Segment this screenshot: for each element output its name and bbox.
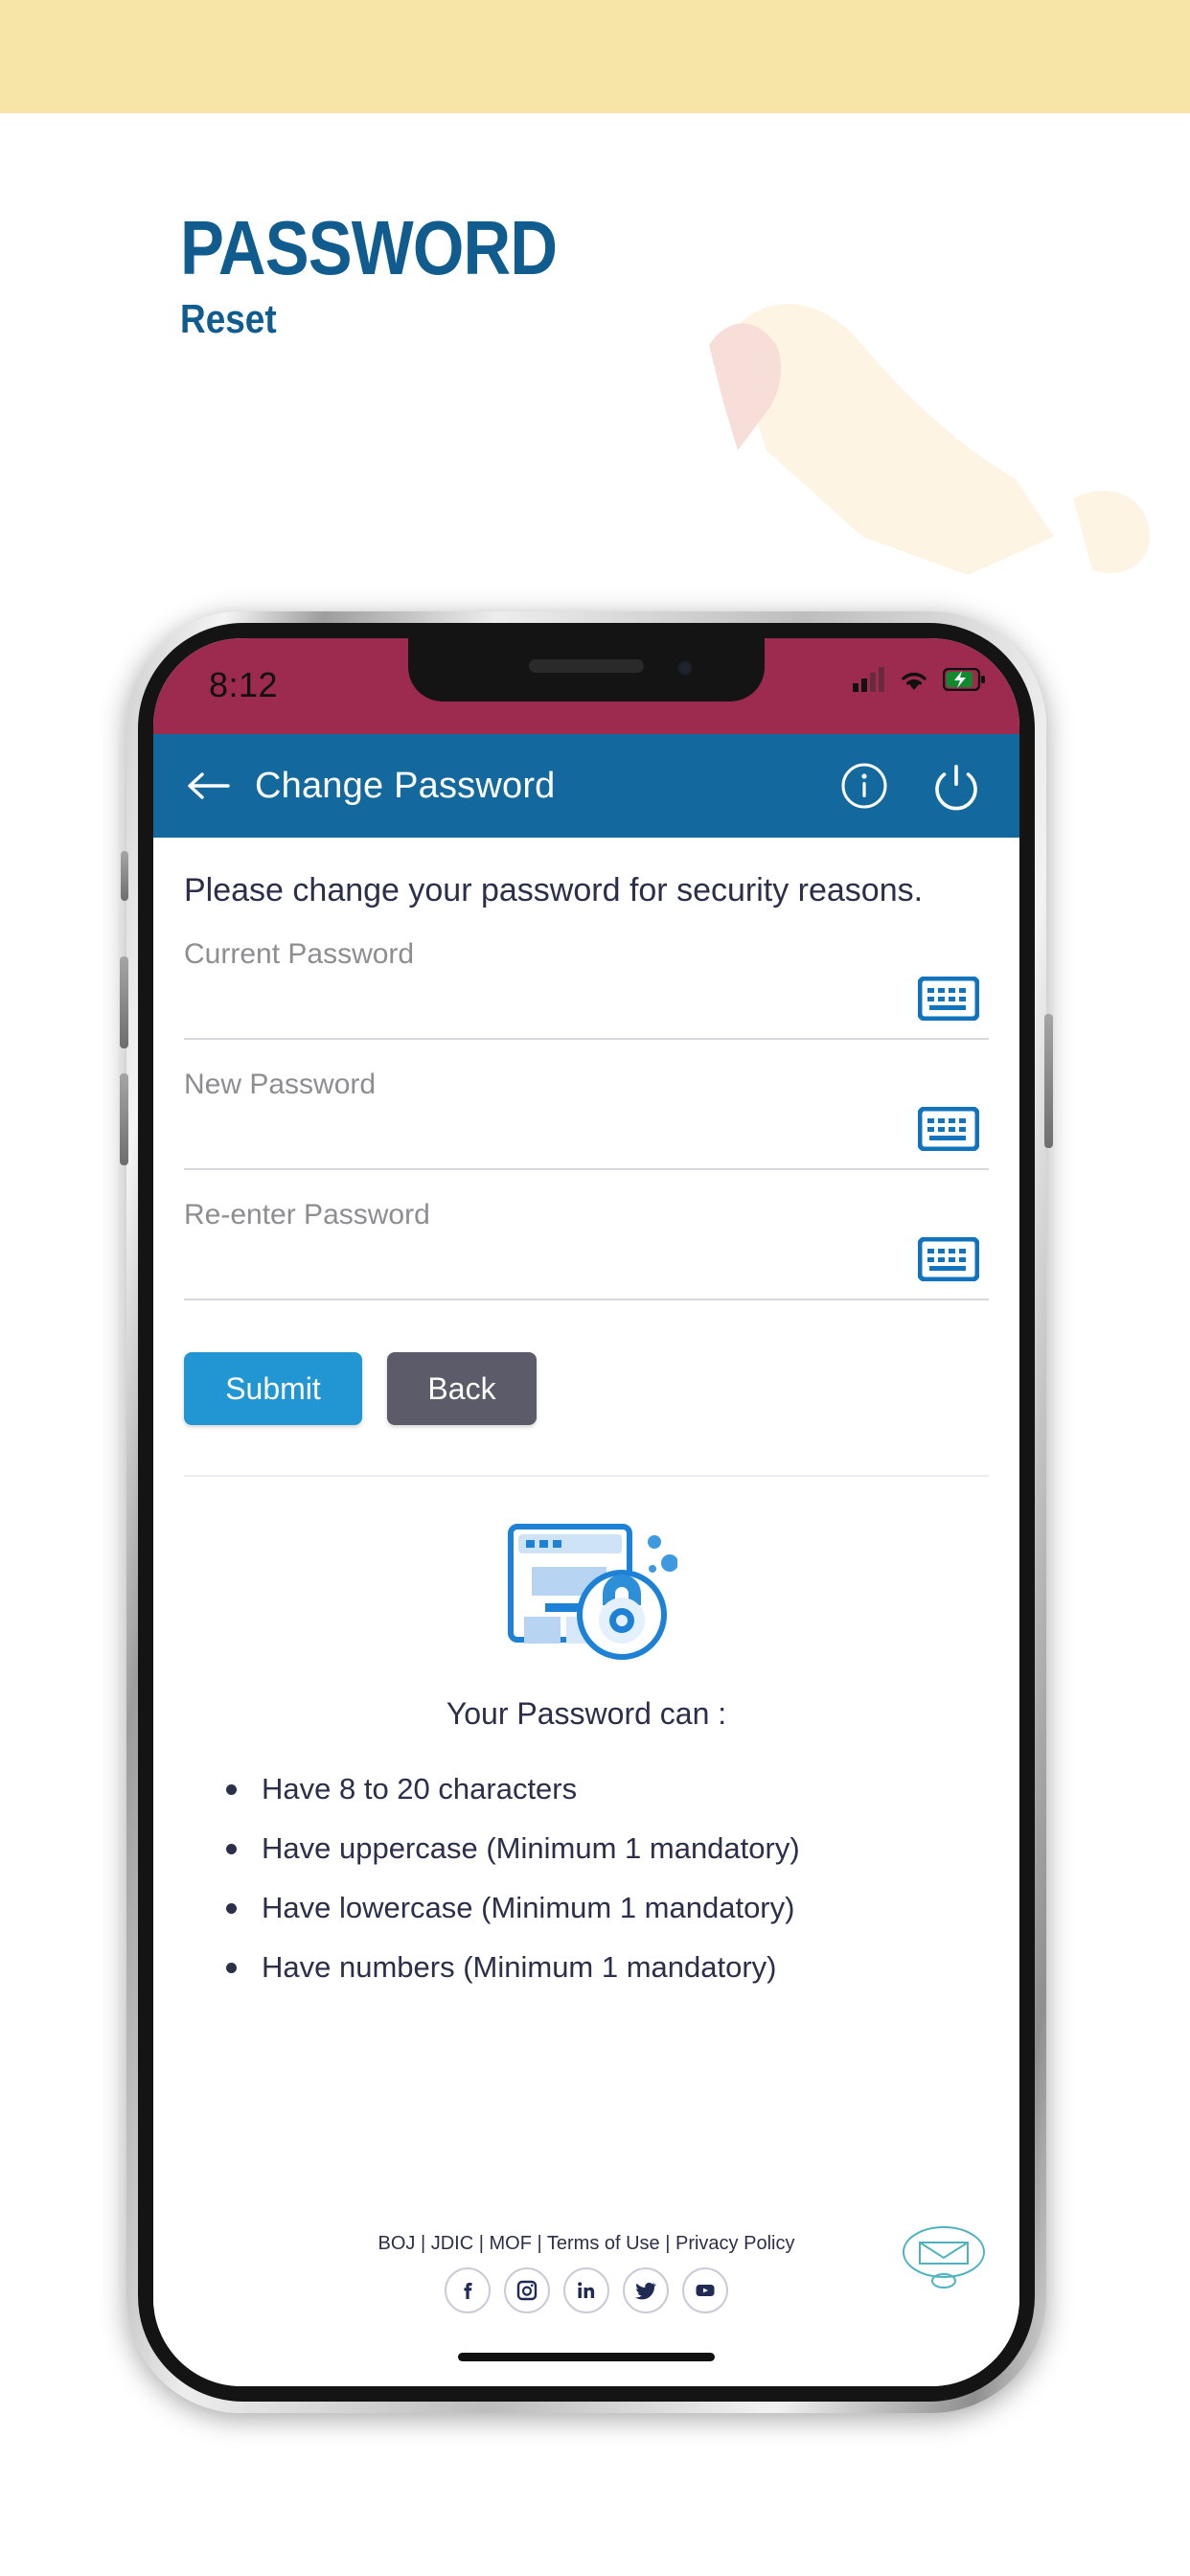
list-item: Have numbers (Minimum 1 mandatory) (226, 1950, 1019, 1985)
rule-text: Have numbers (Minimum 1 mandatory) (262, 1950, 777, 1984)
back-button[interactable] (182, 760, 234, 812)
home-indicator[interactable] (458, 2353, 715, 2361)
list-item: Have uppercase (Minimum 1 mandatory) (226, 1831, 1019, 1866)
battery-charging-icon (943, 668, 985, 691)
earpiece-speaker (529, 659, 644, 673)
field-reenter-password: Re-enter Password (184, 1199, 989, 1300)
form-actions: Submit Back (184, 1352, 1019, 1425)
page-title-main: PASSWORD (180, 205, 558, 290)
phone-volume-down-button[interactable] (120, 1073, 128, 1165)
power-icon[interactable] (931, 761, 981, 811)
field-label: New Password (184, 1069, 377, 1100)
list-item: Have 8 to 20 characters (226, 1772, 1019, 1806)
page-title: PASSWORD Reset (180, 205, 618, 341)
field-new-password: New Password (184, 1069, 989, 1170)
section-divider (184, 1475, 989, 1477)
header-actions (839, 761, 981, 811)
keyboard-icon[interactable] (917, 1106, 980, 1156)
field-current-password: Current Password (184, 938, 989, 1040)
phone-mute-switch[interactable] (121, 851, 128, 901)
page-title-sub: Reset (180, 296, 277, 341)
rules-title: Your Password can : (446, 1696, 727, 1731)
info-icon[interactable] (839, 761, 889, 811)
field-underline (184, 1038, 989, 1040)
app-body: Please change your password for security… (153, 838, 1019, 2386)
phone-mockup: 8:12 Change Password Please change your … (120, 611, 1053, 2413)
rule-text: Have 8 to 20 characters (262, 1772, 578, 1806)
footer-links[interactable]: BOJ | JDIC | MOF | Terms of Use | Privac… (153, 2233, 1019, 2255)
wifi-icon (902, 672, 927, 690)
linkedin-icon[interactable] (563, 2267, 609, 2313)
keyboard-icon[interactable] (917, 976, 980, 1025)
field-underline (184, 1299, 989, 1300)
app-footer: BOJ | JDIC | MOF | Terms of Use | Privac… (153, 2223, 1019, 2386)
app-header: Change Password (153, 734, 1019, 838)
instagram-icon[interactable] (504, 2267, 550, 2313)
reenter-password-input[interactable] (184, 1241, 763, 1287)
rule-text: Have lowercase (Minimum 1 mandatory) (262, 1891, 795, 1924)
arrow-left-icon (188, 772, 230, 799)
field-label: Current Password (184, 938, 415, 970)
keyboard-icon[interactable] (917, 1236, 980, 1286)
status-icons (853, 667, 985, 692)
bullet-icon (226, 1843, 237, 1854)
new-password-input[interactable] (184, 1111, 763, 1157)
field-label: Re-enter Password (184, 1199, 430, 1230)
password-rules-list: Have 8 to 20 characters Have uppercase (… (153, 1772, 1019, 1985)
top-banner-band (0, 0, 1190, 113)
back-button-form[interactable]: Back (387, 1352, 537, 1425)
twitter-icon[interactable] (623, 2267, 669, 2313)
instruction-text: Please change your password for security… (184, 872, 924, 908)
front-camera (676, 659, 694, 677)
submit-button[interactable]: Submit (184, 1352, 362, 1425)
signal-icon (853, 667, 884, 692)
list-item: Have lowercase (Minimum 1 mandatory) (226, 1891, 1019, 1925)
rule-text: Have uppercase (Minimum 1 mandatory) (262, 1831, 800, 1865)
bullet-icon (226, 1962, 237, 1973)
status-bar: 8:12 (153, 638, 1019, 734)
header-title: Change Password (255, 765, 556, 806)
status-time: 8:12 (209, 665, 279, 704)
phone-notch (408, 638, 765, 702)
phone-power-button[interactable] (1044, 1014, 1053, 1148)
bullet-icon (226, 1902, 237, 1914)
phone-volume-up-button[interactable] (120, 956, 128, 1048)
bullet-icon (226, 1783, 237, 1795)
phone-screen: 8:12 Change Password Please change your … (153, 638, 1019, 2386)
facebook-icon[interactable] (445, 2267, 491, 2313)
field-underline (184, 1168, 989, 1170)
youtube-icon[interactable] (682, 2267, 728, 2313)
current-password-input[interactable] (184, 980, 763, 1026)
browser-lock-icon (153, 1513, 1019, 1671)
social-links (153, 2267, 1019, 2313)
